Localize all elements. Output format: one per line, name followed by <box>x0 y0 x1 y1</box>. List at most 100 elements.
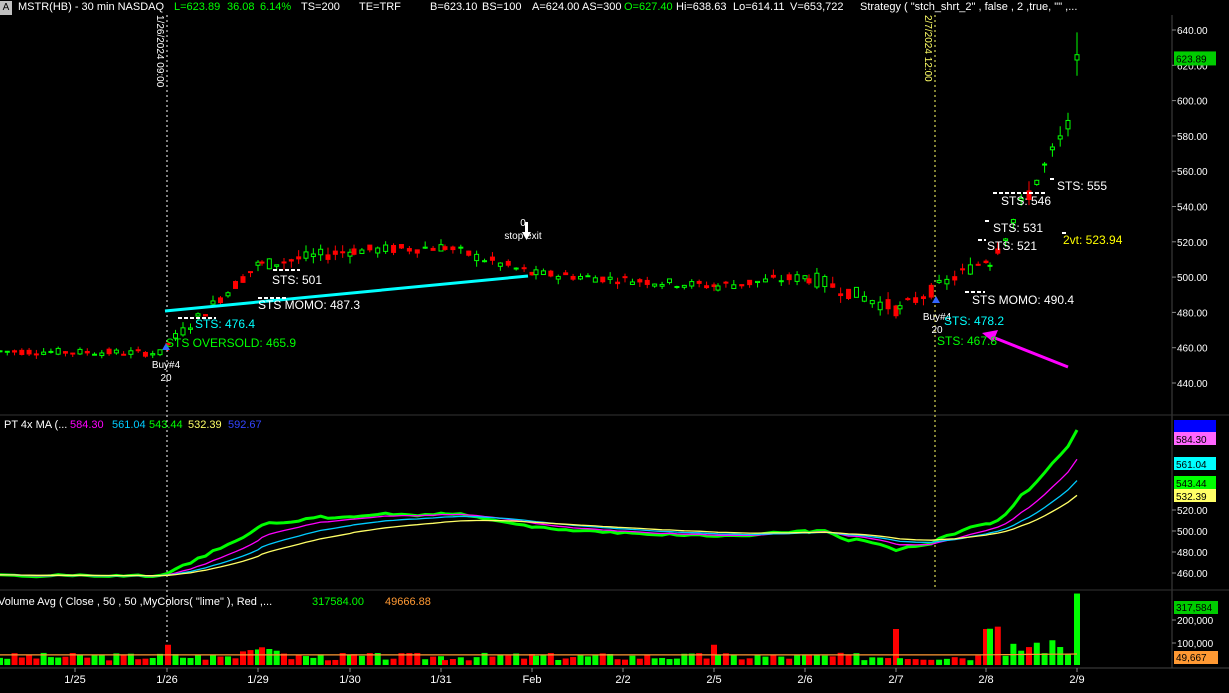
time-tick-label: 2/8 <box>978 674 993 686</box>
candle-body <box>667 278 672 284</box>
open-label: O=627.40 <box>624 1 673 13</box>
volume-bar <box>26 655 33 665</box>
magenta-arrow-line <box>994 336 1069 369</box>
candle-body <box>644 279 650 285</box>
chart-annotation: STS: 478.2 <box>944 314 1004 328</box>
candle-body <box>762 278 768 283</box>
ask-size-label: AS=300 <box>582 1 622 13</box>
candle-body <box>438 244 444 252</box>
candle-body <box>505 260 511 266</box>
volume-bar <box>806 654 812 665</box>
chart-annotation: STS: 521 <box>987 239 1037 253</box>
volume-bar <box>746 658 753 665</box>
candle-body <box>99 352 105 357</box>
candle-body <box>674 285 680 288</box>
volume-avg-label: 49,667 <box>1176 653 1207 664</box>
ma-line <box>0 458 1078 577</box>
ma-value-label: 532.39 <box>1176 492 1207 503</box>
candle-body <box>497 262 503 267</box>
volume-bar <box>897 658 903 665</box>
candle-body <box>12 350 18 353</box>
candle-body <box>622 276 628 279</box>
candle-body <box>987 264 993 267</box>
ma-line <box>0 429 1079 579</box>
candle-body <box>869 300 875 305</box>
candle-body <box>482 260 488 263</box>
candle-body <box>233 281 238 289</box>
volume-bar <box>135 659 142 665</box>
candle-body <box>41 351 47 355</box>
vertical-marker-label: 2/7/2024 12:00 <box>922 15 933 82</box>
candle-body <box>281 261 287 264</box>
volume-bar <box>778 656 785 665</box>
chart-annotation: STS MOMO: 490.4 <box>972 293 1074 307</box>
volume-bar <box>521 658 528 665</box>
price-tick-label: 440.00 <box>1177 379 1208 390</box>
volume-bar <box>943 658 950 665</box>
candle-body <box>563 272 569 276</box>
volume-bar <box>247 650 254 665</box>
candle-body <box>33 353 39 356</box>
volume-bar <box>845 654 852 665</box>
candle-body <box>1074 54 1080 61</box>
volume-bar <box>607 653 614 665</box>
candle-body <box>548 270 554 277</box>
candle-body <box>332 250 338 255</box>
candle-body <box>92 353 98 356</box>
time-tick-label: 1/25 <box>64 674 85 686</box>
candle-body <box>696 280 702 284</box>
chart-canvas[interactable]: 640.00620.00600.00580.00560.00540.00520.… <box>0 0 1229 693</box>
volume-bar <box>473 657 480 665</box>
volume-bar <box>959 658 966 665</box>
volume-bar <box>584 656 591 665</box>
candle-body <box>540 270 546 276</box>
vertical-marker-label: 1/26/2024 09:00 <box>154 15 165 88</box>
volume-bar <box>210 654 216 665</box>
high-label: Hi=638.63 <box>676 1 727 13</box>
bid-size-label: BS=100 <box>482 1 522 13</box>
volume-bar <box>877 657 884 665</box>
change-percent: 6.14% <box>260 1 292 13</box>
candle-body <box>704 285 710 289</box>
time-tick-label: Feb <box>523 674 542 686</box>
candle-body <box>885 299 891 310</box>
volume-bar <box>770 654 777 665</box>
candle-body <box>1042 163 1048 166</box>
candle-body <box>70 352 76 355</box>
candle-body <box>952 276 958 281</box>
corner-icon[interactable]: A <box>0 1 12 15</box>
price-tick-label: 540.00 <box>1177 203 1208 214</box>
volume-bar <box>497 655 504 665</box>
volume-bar <box>62 656 69 665</box>
time-tick-label: 2/9 <box>1069 674 1084 686</box>
price-tick-label: 560.00 <box>1177 167 1208 178</box>
volume-bar <box>106 660 113 665</box>
volume-bar <box>540 655 547 665</box>
candle-body <box>521 267 527 270</box>
volume-bar <box>622 659 628 665</box>
candle-body <box>944 278 950 285</box>
candle-body <box>838 293 844 297</box>
candle-body <box>296 256 302 260</box>
ma-legend-value: 543.44 <box>149 419 183 431</box>
volume-bar <box>533 655 539 665</box>
candle-body <box>450 246 456 251</box>
candle-body <box>607 276 613 280</box>
candle-body <box>806 278 812 284</box>
volume-bar <box>457 657 464 665</box>
volume-bar <box>636 658 643 665</box>
ma-value-label: 543.44 <box>1176 479 1207 490</box>
volume-bar <box>673 658 680 665</box>
time-tick-label: 2/2 <box>615 674 630 686</box>
candle-body <box>652 283 658 287</box>
last-price: L=623.89 <box>174 1 221 13</box>
candle-body <box>128 350 134 355</box>
price-tick-label: 640.00 <box>1177 26 1208 37</box>
volume-bar <box>555 660 562 665</box>
volume-bar <box>430 656 437 665</box>
candle-body <box>786 274 792 281</box>
candle-body <box>351 248 357 255</box>
volume-bar <box>829 656 836 665</box>
volume-tick-label: 200,000 <box>1177 616 1214 627</box>
chart-annotation: STS: 531 <box>993 221 1043 235</box>
